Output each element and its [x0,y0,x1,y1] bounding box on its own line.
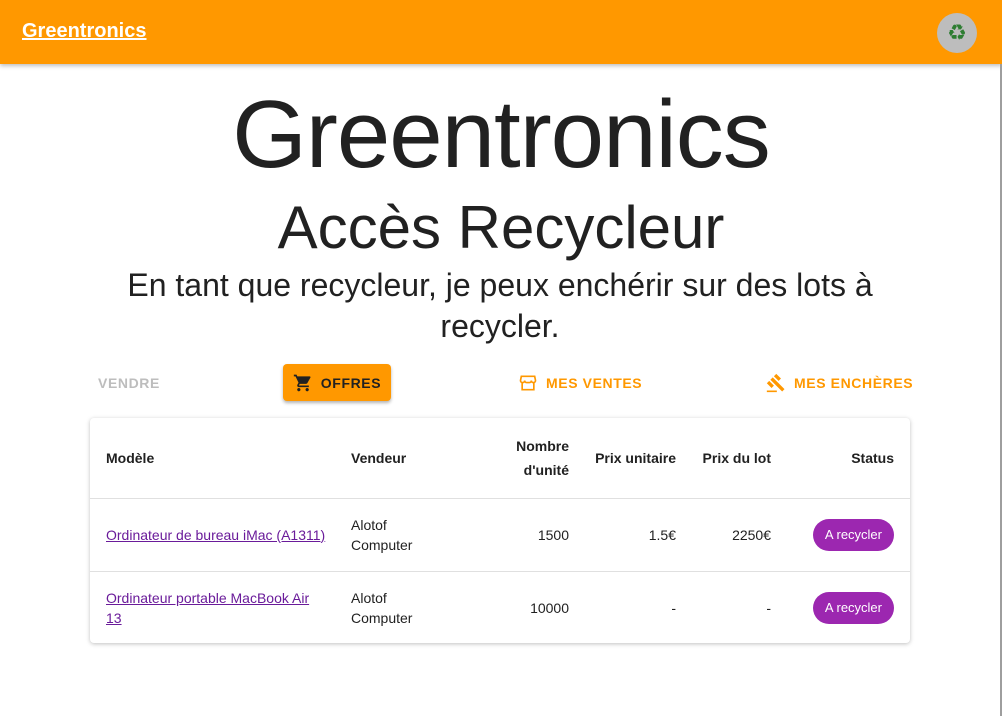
nav-offres-label: OFFRES [320,374,382,391]
quantity-cell: 10000 [530,599,569,616]
header-status[interactable]: Status [787,418,910,499]
gavel-icon [766,373,785,392]
nav-vendre-button[interactable]: VENDRE [90,364,168,401]
page-title: Greentronics [232,81,771,188]
header-prix-unitaire[interactable]: Prix unitaire [585,418,692,499]
status-chip[interactable]: A recycler [812,518,894,551]
seller-cell: Alotof Computer [335,498,475,572]
nav-mes-ventes-label: MES VENTES [546,374,643,391]
seller-cell: Alotof Computer [351,589,413,626]
offers-table: Modèle Vendeur Nombre d'unité Prix unita… [90,418,910,644]
nav-mes-encheres-button[interactable]: MES ENCHÈRES [758,364,921,401]
nav-mes-encheres-label: MES ENCHÈRES [794,374,914,391]
page-subtitle: Accès Recycleur [277,194,725,261]
nav-offres-button[interactable]: OFFRES [283,364,391,401]
header-nombre[interactable]: Nombre d'unité [475,418,585,499]
app-bar: Greentronics ♻ [0,0,1002,64]
recycle-icon: ♻ [947,20,967,45]
header-vendeur[interactable]: Vendeur [335,418,475,499]
unit-price-cell: - [671,599,676,616]
nav-vendre-label: VENDRE [98,374,160,391]
lot-price-cell: 2250€ [692,498,787,572]
status-chip[interactable]: A recycler [812,591,894,624]
table-row: Ordinateur portable MacBook Air 13 Aloto… [90,571,910,644]
avatar[interactable]: ♻ [937,13,977,53]
model-link[interactable]: Ordinateur portable MacBook Air 13 [106,590,309,626]
table-header-row: Modèle Vendeur Nombre d'unité Prix unita… [90,418,910,499]
brand-link[interactable]: Greentronics [22,20,146,43]
model-link[interactable]: Ordinateur de bureau iMac (A1311) [106,527,325,543]
nav-mes-ventes-button[interactable]: MES VENTES [510,364,650,401]
unit-price-cell: 1.5€ [585,498,692,572]
header-modele[interactable]: Modèle [90,418,335,499]
cart-icon [293,374,311,391]
page-description: En tant que recycleur, je peux enchérir … [127,267,873,344]
storefront-icon [519,375,537,390]
header-prix-lot[interactable]: Prix du lot [692,418,787,499]
quantity-cell: 1500 [475,498,585,572]
lot-price-cell: - [766,599,771,616]
table-row: Ordinateur de bureau iMac (A1311) Alotof… [90,498,910,572]
offers-table-card: Modèle Vendeur Nombre d'unité Prix unita… [90,418,910,643]
